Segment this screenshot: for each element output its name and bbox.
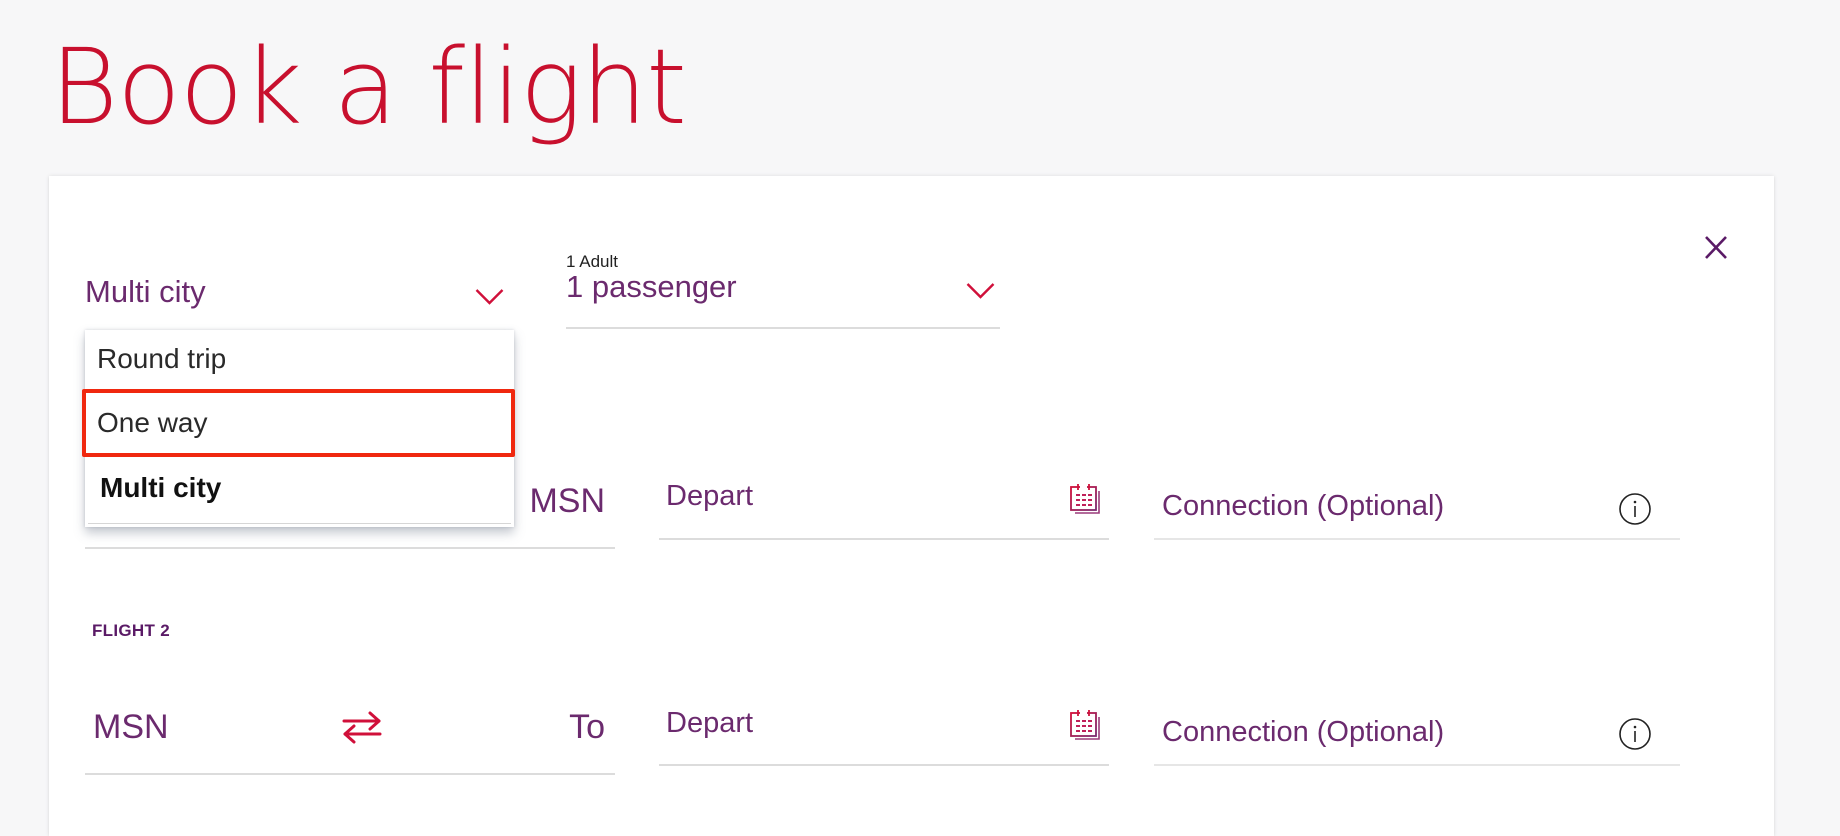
- flight-2-label: FLIGHT 2: [92, 621, 170, 640]
- swap-icon[interactable]: [341, 710, 383, 744]
- flight-1-connection-placeholder: Connection (Optional): [1162, 490, 1445, 522]
- flight-2-from-value[interactable]: MSN: [93, 707, 169, 747]
- page-title: Book a flight: [50, 26, 687, 148]
- menu-item-multi-city[interactable]: Multi city: [85, 471, 514, 505]
- flight-2-connection-placeholder: Connection (Optional): [1162, 716, 1445, 748]
- trip-type-select[interactable]: Multi city: [85, 270, 515, 320]
- info-icon[interactable]: [1618, 492, 1652, 526]
- flight-1-depart-field[interactable]: Depart: [659, 470, 1109, 541]
- flight-2-to-placeholder[interactable]: To: [569, 707, 605, 747]
- chevron-down-icon[interactable]: [966, 282, 995, 299]
- flight-2-connection-underline: [1154, 764, 1680, 766]
- info-icon[interactable]: [1618, 717, 1652, 751]
- menu-item-round-trip[interactable]: Round trip: [85, 342, 514, 376]
- flight-2-depart-placeholder: Depart: [666, 707, 754, 739]
- passenger-underline: [566, 327, 1000, 329]
- chevron-down-icon[interactable]: [475, 288, 504, 305]
- menu-divider: [88, 523, 511, 524]
- close-button[interactable]: [1700, 232, 1732, 264]
- flight-2-depart-underline: [659, 764, 1109, 766]
- flight-1-depart-underline: [659, 538, 1109, 540]
- trip-type-value: Multi city: [85, 274, 206, 309]
- flight-2-route-field[interactable]: MSN To: [85, 696, 615, 776]
- flight-2-route-underline: [85, 773, 615, 775]
- calendar-icon[interactable]: [1069, 483, 1103, 516]
- calendar-icon[interactable]: [1069, 709, 1103, 742]
- flight-1-depart-placeholder: Depart: [666, 480, 754, 512]
- close-icon: [1705, 236, 1727, 259]
- flight-1-connection-underline: [1154, 538, 1680, 540]
- highlight-box: [82, 389, 515, 457]
- flight-1-to-value: MSN: [529, 482, 605, 520]
- passenger-value: 1 passenger: [566, 269, 737, 304]
- flight-2-connection-field[interactable]: Connection (Optional): [1154, 697, 1680, 768]
- passenger-select[interactable]: 1 Adult 1 passenger: [566, 250, 1000, 330]
- flight-1-route-underline: [85, 547, 615, 549]
- flight-1-connection-field[interactable]: Connection (Optional): [1154, 470, 1680, 541]
- flight-2-depart-field[interactable]: Depart: [659, 697, 1109, 768]
